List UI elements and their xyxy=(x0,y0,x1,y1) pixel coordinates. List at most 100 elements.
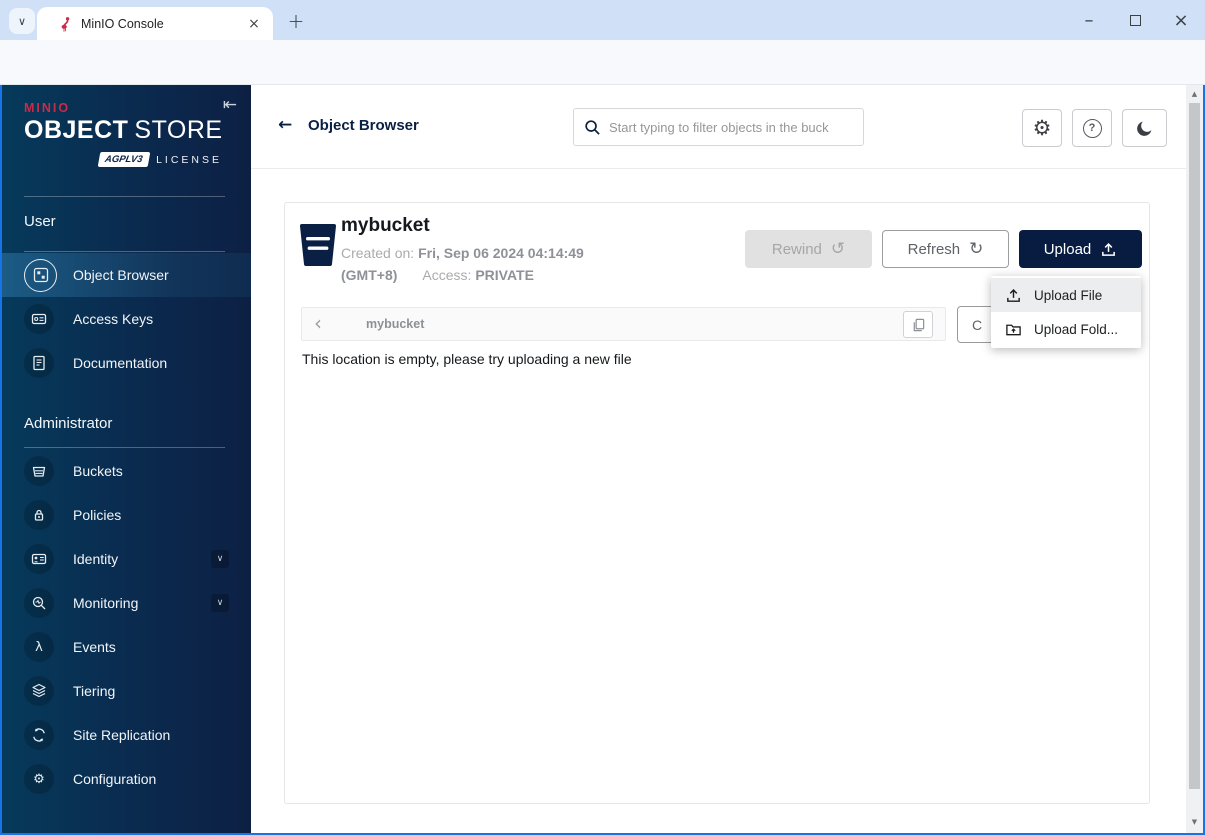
search-input[interactable] xyxy=(609,119,853,135)
close-button[interactable]: × xyxy=(1166,6,1196,34)
sidebar-item-label: Object Browser xyxy=(73,267,169,283)
sidebar-item-site-replication[interactable]: Site Replication xyxy=(0,713,251,757)
sidebar-collapse-icon[interactable]: ⇤ xyxy=(223,95,237,115)
access-value: PRIVATE xyxy=(475,267,534,283)
documentation-icon xyxy=(33,355,45,371)
sidebar-item-tiering[interactable]: Tiering xyxy=(0,669,251,713)
created-value: Fri, Sep 06 2024 04:14:49 xyxy=(418,245,584,261)
sidebar-item-object-browser[interactable]: Object Browser xyxy=(0,253,251,297)
upload-icon xyxy=(1102,242,1116,256)
maximize-icon xyxy=(1129,14,1141,26)
search-icon xyxy=(585,119,600,135)
page-title: Object Browser xyxy=(308,117,419,134)
refresh-button[interactable]: Refresh ↻ xyxy=(882,230,1009,268)
sidebar-item-label: Monitoring xyxy=(73,595,139,611)
help-button[interactable]: ? xyxy=(1072,109,1112,147)
site-replication-sync-icon xyxy=(33,728,45,742)
chevron-down-icon[interactable]: ∨ xyxy=(211,550,229,568)
dark-mode-button[interactable] xyxy=(1122,109,1167,147)
sidebar-item-identity[interactable]: Identity ∨ xyxy=(0,537,251,581)
upload-dropdown-menu: Upload File Upload Fold... xyxy=(991,276,1141,348)
brand-store: STORE xyxy=(134,116,223,144)
path-breadcrumb-bar: ‹ mybucket xyxy=(301,307,946,341)
sidebar-item-label: Access Keys xyxy=(73,311,154,327)
window-border xyxy=(0,85,2,835)
sidebar-divider xyxy=(24,196,225,197)
copy-icon xyxy=(913,318,924,331)
sidebar: ⇤ MINIO OBJECT STORE AGPLV3 LICENSE User … xyxy=(0,85,251,833)
clipped-button-label: C xyxy=(972,316,983,333)
sidebar-item-access-keys[interactable]: Access Keys xyxy=(0,297,251,341)
browser-toolbar: ← → ↻ ⌂ minio.linuxsb.com/browser/mybuck… xyxy=(0,40,1205,119)
tab-search-button[interactable]: ∨ xyxy=(9,8,35,34)
sidebar-item-policies[interactable]: Policies xyxy=(0,493,251,537)
sidebar-item-label: Events xyxy=(73,639,116,655)
agpl-badge: AGPLV3 xyxy=(97,152,150,167)
menu-item-upload-folder[interactable]: Upload Fold... xyxy=(991,312,1141,346)
sidebar-item-documentation[interactable]: Documentation xyxy=(0,341,251,385)
upload-folder-icon xyxy=(1006,324,1021,335)
sidebar-item-label: Identity xyxy=(73,551,119,567)
buckets-icon xyxy=(32,466,46,477)
empty-location-message: This location is empty, please try uploa… xyxy=(302,351,632,367)
sidebar-item-events[interactable]: λ Events xyxy=(0,625,251,669)
object-browser-icon xyxy=(33,267,48,283)
sidebar-item-label: Buckets xyxy=(73,463,123,479)
identity-icon xyxy=(31,553,47,565)
section-label-user: User xyxy=(24,213,56,230)
sidebar-item-label: Tiering xyxy=(73,683,116,699)
browser-tab[interactable]: MinIO Console × xyxy=(37,7,273,40)
rewind-button[interactable]: Rewind ↺ xyxy=(745,230,872,268)
menu-item-upload-file[interactable]: Upload File xyxy=(991,278,1141,312)
refresh-label: Refresh xyxy=(907,240,961,258)
sidebar-item-configuration[interactable]: ⚙ Configuration xyxy=(0,757,251,801)
minio-logo: MINIO OBJECT STORE AGPLV3 LICENSE xyxy=(24,101,222,167)
tab-close-icon[interactable]: × xyxy=(245,15,263,33)
settings-button[interactable]: ⚙ xyxy=(1022,109,1062,147)
created-label: Created on: xyxy=(341,245,415,261)
sidebar-item-label: Policies xyxy=(73,507,122,523)
sidebar-divider xyxy=(24,447,225,448)
brand-object: OBJECT xyxy=(24,116,129,144)
new-tab-button[interactable]: + xyxy=(284,9,308,33)
scrollbar-thumb[interactable] xyxy=(1189,103,1200,789)
upload-file-icon xyxy=(1007,288,1020,302)
object-filter-search[interactable] xyxy=(573,108,864,146)
section-label-administrator: Administrator xyxy=(24,415,113,432)
bucket-icon xyxy=(300,224,336,266)
bucket-name: mybucket xyxy=(341,215,430,236)
browser-tab-strip: ∨ MinIO Console × + – × xyxy=(0,0,1205,40)
upload-label: Upload xyxy=(1043,240,1092,258)
tab-title: MinIO Console xyxy=(81,16,164,31)
created-timezone: (GMT+8) xyxy=(341,267,398,283)
sidebar-item-monitoring[interactable]: Monitoring ∨ xyxy=(0,581,251,625)
page-scrollbar[interactable]: ▲ ▼ xyxy=(1186,85,1203,833)
app-header: ← Object Browser ⚙ ? xyxy=(251,85,1186,169)
minimize-button[interactable]: – xyxy=(1074,6,1104,34)
moon-icon xyxy=(1137,121,1152,136)
chevron-down-icon[interactable]: ∨ xyxy=(211,594,229,612)
back-arrow-icon[interactable]: ← xyxy=(278,115,292,135)
rewind-label: Rewind xyxy=(771,240,822,258)
sidebar-divider xyxy=(24,251,225,252)
sidebar-item-label: Configuration xyxy=(73,771,157,787)
maximize-button[interactable] xyxy=(1120,6,1150,34)
scroll-up-arrow-icon[interactable]: ▲ xyxy=(1186,87,1203,101)
path-back-icon[interactable]: ‹ xyxy=(314,311,322,335)
breadcrumb[interactable]: mybucket xyxy=(366,317,424,331)
lambda-icon: λ xyxy=(35,639,43,655)
menu-item-label: Upload File xyxy=(1034,287,1103,303)
license-label: LICENSE xyxy=(156,153,222,166)
sidebar-item-label: Site Replication xyxy=(73,727,171,743)
scroll-down-arrow-icon[interactable]: ▼ xyxy=(1186,815,1203,829)
access-keys-icon xyxy=(31,313,47,325)
copy-path-button[interactable] xyxy=(903,311,933,338)
sidebar-item-buckets[interactable]: Buckets xyxy=(0,449,251,493)
sidebar-item-label: Documentation xyxy=(73,355,168,371)
help-icon: ? xyxy=(1082,118,1102,138)
upload-button[interactable]: Upload xyxy=(1019,230,1142,268)
minio-wordmark: MINIO xyxy=(24,101,71,115)
bucket-card: mybucket Created on: Fri, Sep 06 2024 04… xyxy=(284,202,1150,804)
gear-icon: ⚙ xyxy=(33,771,45,787)
monitoring-icon xyxy=(32,596,46,610)
